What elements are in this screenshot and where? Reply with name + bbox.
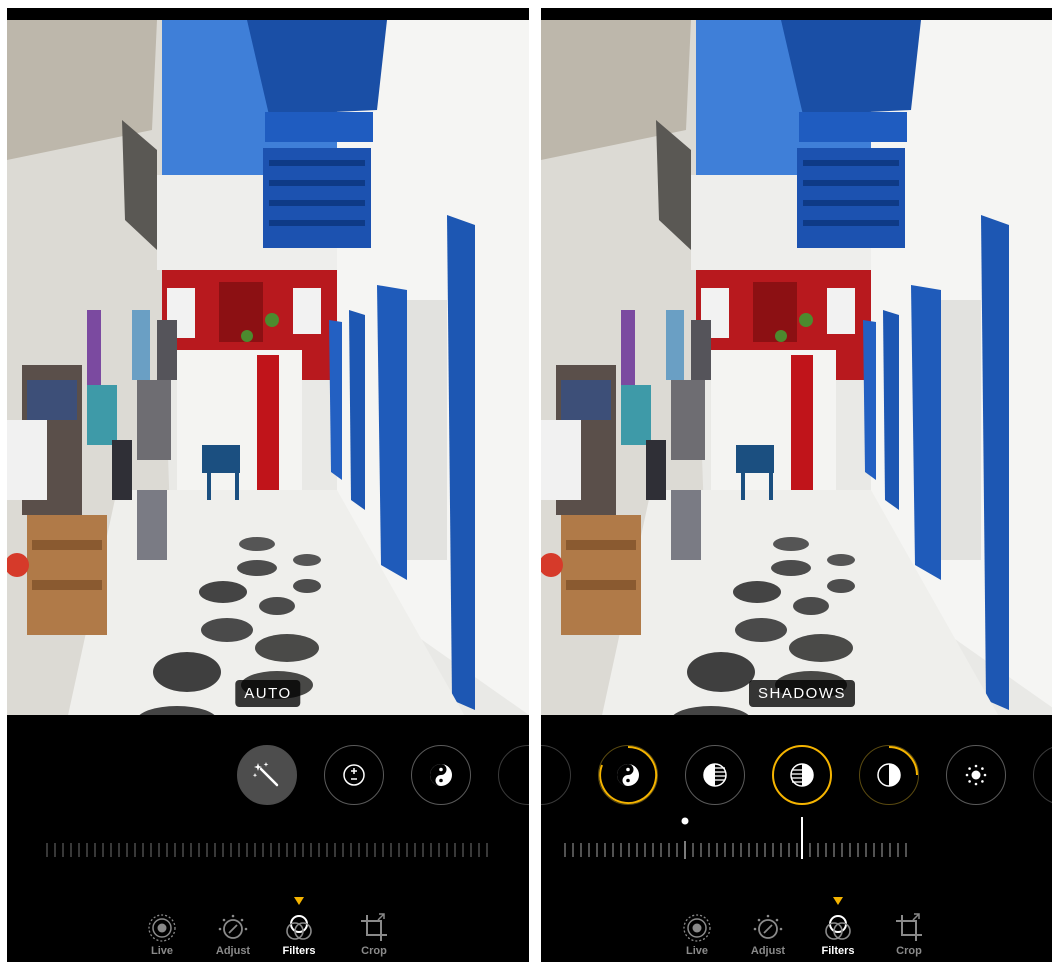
contrast-button[interactable] [859, 745, 919, 805]
exposure-icon [343, 764, 365, 786]
tab-label: Adjust [215, 945, 251, 957]
tab-live[interactable]: Live [132, 913, 192, 957]
tab-adjust[interactable]: Adjust [203, 913, 263, 957]
tab-live[interactable]: Live [667, 913, 727, 957]
phone-screen-shadows: SHADOWS Live Adjust Filters Crop [541, 8, 1052, 962]
crop-icon [896, 913, 922, 941]
adjustment-slider[interactable] [7, 835, 529, 865]
highlights-icon [703, 763, 727, 787]
live-photo-icon [683, 914, 711, 942]
tab-label: Filters [282, 945, 316, 957]
live-photo-icon [148, 914, 176, 942]
brightness-button[interactable] [946, 745, 1006, 805]
brilliance-button[interactable] [598, 745, 658, 805]
tab-crop[interactable]: Crop [344, 913, 404, 957]
tab-label: Crop [896, 945, 922, 957]
active-tab-indicator [294, 897, 304, 905]
adjustment-mode-badge: AUTO [235, 680, 301, 707]
tab-filters[interactable]: Filters [269, 913, 329, 957]
dial-progress-ring [598, 745, 657, 804]
active-tab-indicator [833, 897, 843, 905]
previous-dial-partial[interactable] [541, 745, 571, 805]
dial-progress-ring [888, 745, 918, 775]
slider-thumb[interactable] [541, 813, 1052, 863]
tab-label: Live [150, 945, 173, 957]
crop-icon [361, 913, 387, 941]
tab-label: Crop [361, 945, 387, 957]
brilliance-button[interactable] [411, 745, 471, 805]
photo-image [7, 20, 529, 715]
adjust-dial-icon [218, 914, 248, 939]
adjustment-dial-strip[interactable] [7, 715, 529, 835]
adjust-dial-icon [753, 914, 783, 939]
adjustment-mode-badge: SHADOWS [748, 680, 856, 707]
tab-adjust[interactable]: Adjust [738, 913, 798, 957]
photo-preview[interactable] [541, 20, 1052, 715]
shadows-icon [790, 763, 814, 787]
next-dial-partial[interactable] [1033, 745, 1052, 805]
photo-preview[interactable] [7, 20, 529, 715]
tab-filters[interactable]: Filters [808, 913, 868, 957]
edit-tab-bar: Live Adjust Filters Crop [541, 893, 1052, 962]
adjustment-slider[interactable] [541, 817, 1052, 865]
next-dial-partial[interactable] [498, 745, 529, 805]
tab-label: Live [685, 945, 708, 957]
shadows-button[interactable] [772, 745, 832, 805]
exposure-button[interactable] [324, 745, 384, 805]
phone-screen-auto: AUTO Live Adjust Filters Crop [7, 8, 529, 962]
magic-wand-icon [252, 762, 279, 787]
filters-icon [286, 915, 312, 940]
auto-enhance-button[interactable] [237, 745, 297, 805]
tab-crop[interactable]: Crop [879, 913, 939, 957]
tab-label: Filters [821, 945, 855, 957]
tab-label: Adjust [750, 945, 786, 957]
edit-tab-bar: Live Adjust Filters Crop [7, 893, 529, 962]
photo-image [541, 20, 1052, 715]
filters-icon [825, 915, 851, 940]
slider-ticks [46, 843, 488, 857]
brightness-icon [965, 764, 987, 786]
highlights-button[interactable] [685, 745, 745, 805]
brilliance-icon [430, 764, 452, 786]
